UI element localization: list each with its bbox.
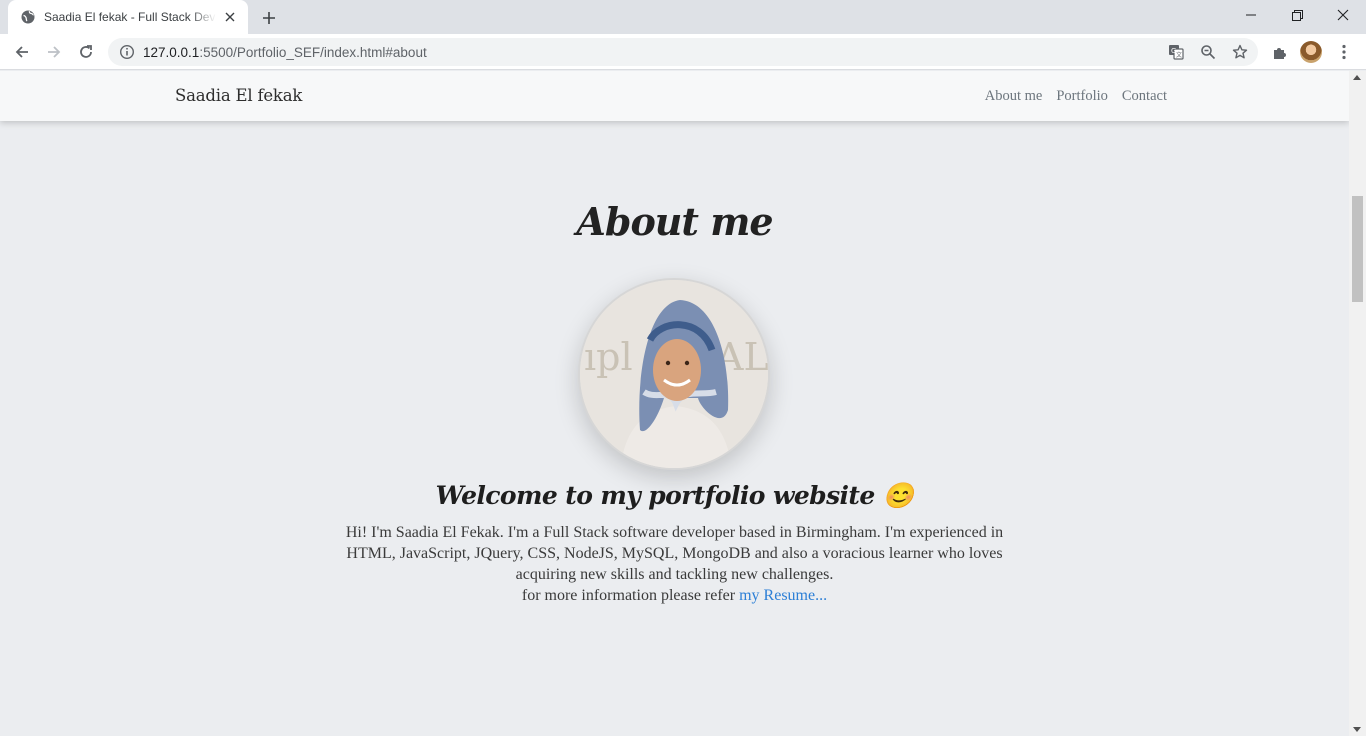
back-arrow-icon[interactable]	[8, 38, 36, 66]
url-text: 127.0.0.1:5500/Portfolio_SEF/index.html#…	[143, 45, 427, 60]
welcome-heading: Welcome to my portfolio website 😊	[435, 481, 914, 510]
globe-icon	[20, 9, 36, 25]
bio-refer-text: for more information please refer	[521, 587, 740, 604]
minimize-icon[interactable]	[1228, 0, 1274, 30]
scroll-up-arrow-icon[interactable]	[1353, 75, 1361, 80]
forward-arrow-icon[interactable]	[40, 38, 68, 66]
url-host: 127.0.0.1	[143, 44, 200, 60]
scroll-down-arrow-icon[interactable]	[1353, 727, 1361, 732]
bio-paragraph: Hi! I'm Saadia El Fekak. I'm a Full Stac…	[340, 522, 1009, 606]
star-icon[interactable]	[1232, 44, 1248, 60]
translate-icon[interactable]: G文	[1168, 44, 1184, 60]
nav-portfolio[interactable]: Portfolio	[1056, 88, 1108, 105]
site-brand[interactable]: Saadia El fekak	[175, 86, 302, 105]
resume-link[interactable]: my Resume...	[739, 587, 827, 604]
page-viewport: Saadia El fekak About me Portfolio Conta…	[0, 71, 1349, 736]
new-tab-button[interactable]	[258, 7, 280, 29]
scrollbar-thumb[interactable]	[1352, 196, 1363, 302]
profile-photo: ıpl AL	[578, 278, 770, 470]
nav-links: About me Portfolio Contact	[985, 88, 1167, 105]
profile-avatar[interactable]	[1300, 41, 1322, 63]
zoom-icon[interactable]	[1200, 44, 1216, 60]
site-navbar: Saadia El fekak About me Portfolio Conta…	[0, 71, 1349, 121]
browser-toolbar: 127.0.0.1:5500/Portfolio_SEF/index.html#…	[0, 34, 1366, 70]
browser-tab[interactable]: Saadia El fekak - Full Stack Developer	[8, 0, 248, 34]
reload-icon[interactable]	[72, 38, 100, 66]
tab-strip: Saadia El fekak - Full Stack Developer	[0, 0, 1366, 34]
svg-text:ıpl: ıpl	[584, 335, 633, 379]
page-scrollbar[interactable]	[1349, 71, 1366, 736]
restore-icon[interactable]	[1274, 0, 1320, 30]
close-tab-icon[interactable]	[222, 9, 238, 25]
site-info-icon[interactable]	[119, 44, 135, 60]
extensions-icon[interactable]	[1266, 38, 1294, 66]
nav-contact[interactable]: Contact	[1122, 88, 1167, 105]
bio-text: Hi! I'm Saadia El Fekak. I'm a Full Stac…	[345, 524, 1004, 583]
tab-title: Saadia El fekak - Full Stack Developer	[44, 10, 216, 24]
address-bar[interactable]: 127.0.0.1:5500/Portfolio_SEF/index.html#…	[108, 38, 1258, 66]
url-path: :5500/Portfolio_SEF/index.html#about	[199, 44, 427, 60]
menu-dots-icon[interactable]	[1330, 38, 1358, 66]
svg-text:文: 文	[1176, 51, 1182, 59]
nav-about-me[interactable]: About me	[985, 88, 1043, 105]
about-heading: About me	[576, 199, 773, 244]
close-window-icon[interactable]	[1320, 0, 1366, 30]
